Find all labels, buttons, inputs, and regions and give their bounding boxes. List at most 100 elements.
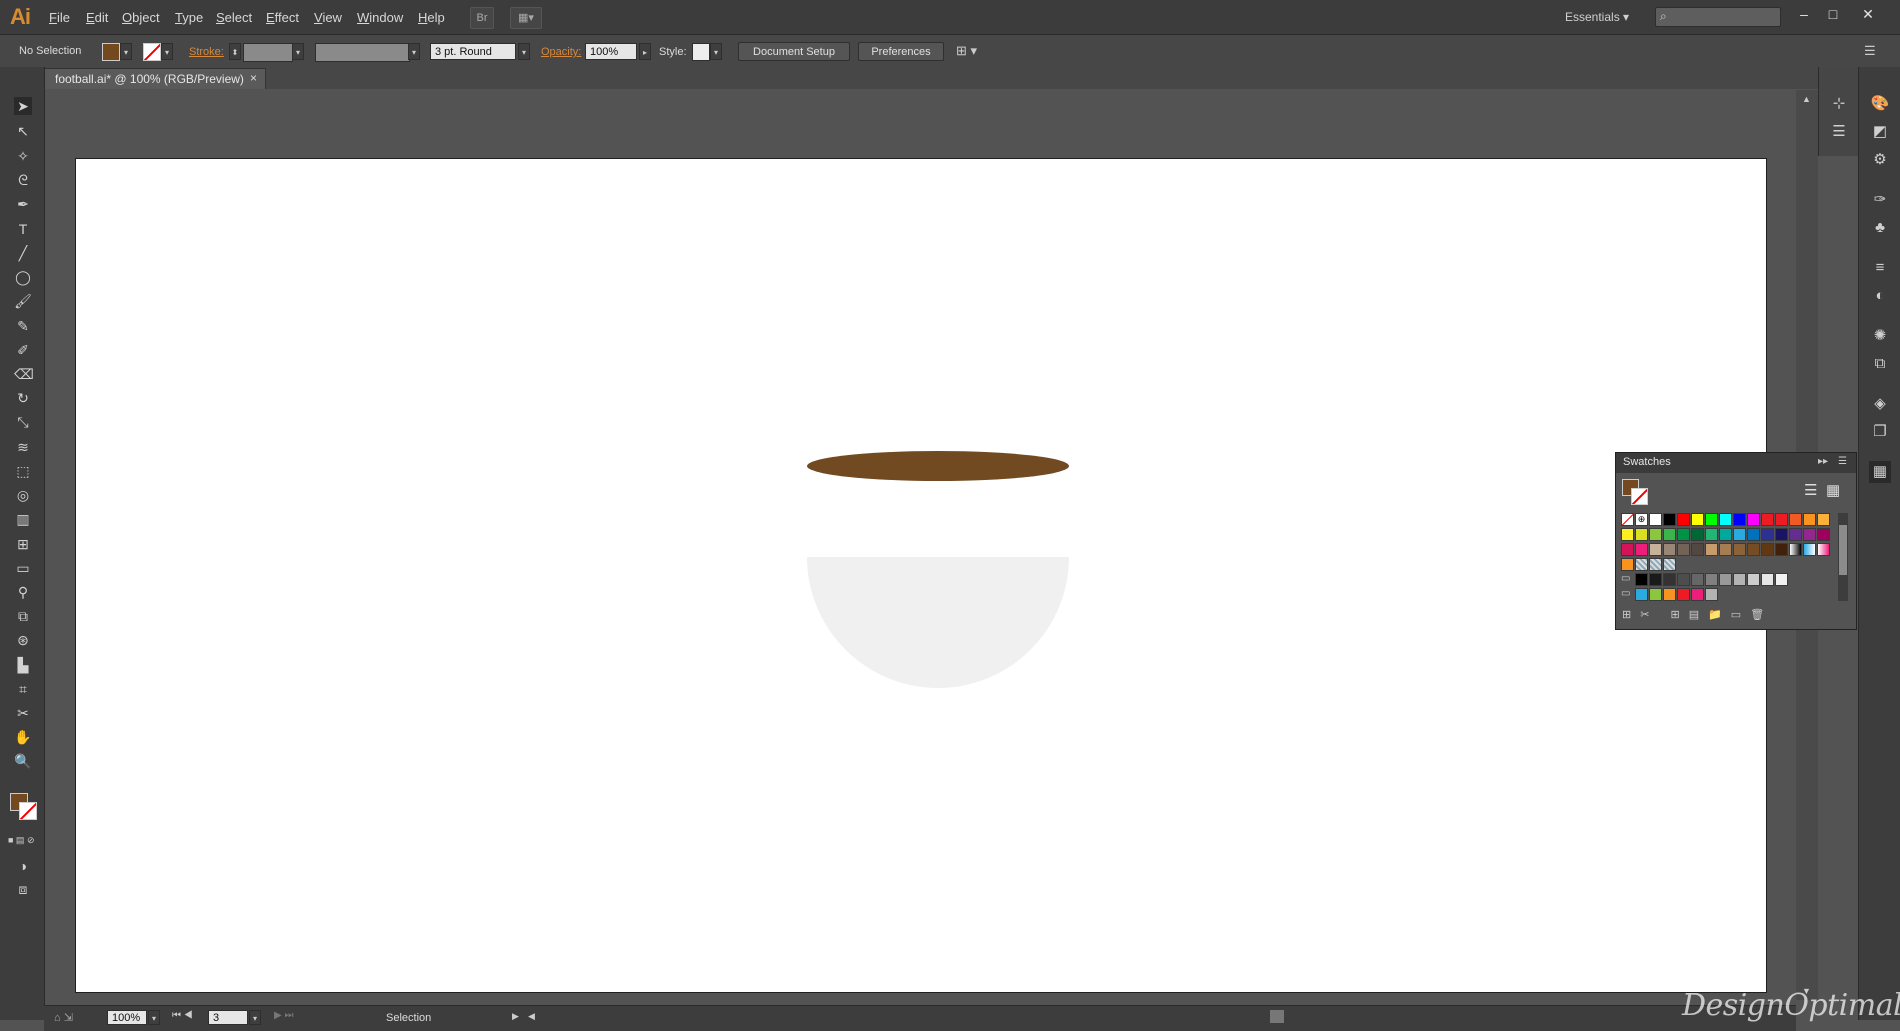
kuler-panel-icon[interactable]: ⚙ [1869,149,1891,171]
swatch-0-5[interactable] [1691,513,1704,526]
color-guide-panel-icon[interactable]: ◩ [1869,121,1891,143]
swatch-2-7[interactable] [1719,543,1732,556]
stroke-dropdown[interactable]: ▾ [161,43,173,60]
swatch-0-12[interactable] [1789,513,1802,526]
zoom-tool-icon[interactable]: 🔍 [14,752,32,770]
swatch-1-0[interactable] [1621,528,1634,541]
style-dropdown[interactable]: ▾ [710,43,722,60]
opacity-label[interactable]: Opacity: [541,46,581,58]
stroke-color-box[interactable] [19,802,37,820]
close-tab-icon[interactable]: × [250,71,257,85]
artboard[interactable] [75,158,1767,993]
gradient-panel-icon[interactable]: ◐ [1869,285,1891,307]
stroke-label[interactable]: Stroke: [189,46,224,58]
document-tab[interactable]: football.ai* @ 100% (RGB/Preview) × [44,68,266,89]
bridge-button[interactable]: Br [470,7,494,29]
swatch-4-7[interactable] [1719,573,1732,586]
scale-tool-icon[interactable]: ⤡ [14,413,32,431]
swatch-2-4[interactable] [1677,543,1690,556]
swatch-1-11[interactable] [1775,528,1788,541]
swatch-5-5[interactable] [1691,588,1704,601]
swatch-1-4[interactable] [1677,528,1690,541]
shape-builder-tool-icon[interactable]: ◎ [14,486,32,504]
stroke-weight-dropdown[interactable]: ▾ [292,43,304,60]
draw-mode-icon[interactable]: ◑ [14,857,32,875]
swatch-2-14[interactable] [1817,543,1830,556]
zoom-dropdown[interactable]: ▾ [148,1010,160,1025]
swatch-5-3[interactable] [1663,588,1676,601]
menu-select[interactable]: Select [216,10,252,25]
swatches-scrollbar[interactable] [1838,513,1848,601]
scroll-up-icon[interactable]: ▲ [1802,94,1811,104]
type-tool-icon[interactable]: T [14,220,32,238]
status-icons[interactable]: ⌂ ⇲ [54,1011,73,1024]
collapse-panel-icon[interactable]: ▸▸ [1818,456,1828,467]
menu-file[interactable]: File [49,10,70,25]
panel-options-icon[interactable]: ☰ [1838,456,1847,467]
appearance-panel-icon[interactable]: ✺ [1869,325,1891,347]
swatch-4-8[interactable] [1733,573,1746,586]
swatch-2-12[interactable] [1789,543,1802,556]
swatch-3-2[interactable] [1649,558,1662,571]
swatch-2-1[interactable] [1635,543,1648,556]
swatch-3-0[interactable] [1621,558,1634,571]
rotate-tool-icon[interactable]: ↻ [14,389,32,407]
menu-help[interactable]: Help [418,10,445,25]
swatch-0-1[interactable]: ⊕ [1635,513,1648,526]
restore-button[interactable]: □ [1821,4,1845,24]
ellipse-tool-icon[interactable]: ◯ [14,268,32,286]
gradient-tool-icon[interactable]: ▭ [14,559,32,577]
swatch-4-10[interactable] [1761,573,1774,586]
symbol-sprayer-tool-icon[interactable]: ⊛ [14,631,32,649]
menu-view[interactable]: View [314,10,342,25]
swatch-stroke-indicator[interactable] [1631,488,1648,505]
swatch-0-3[interactable] [1663,513,1676,526]
screen-mode-icon[interactable]: ⧈ [14,880,32,898]
swatches-footer-icons[interactable]: ⊞✂ ⊞▤📁▭🗑 [1622,608,1773,621]
pencil-tool-icon[interactable]: ✎ [14,317,32,335]
swatch-0-7[interactable] [1719,513,1732,526]
swatch-0-8[interactable] [1733,513,1746,526]
slice-tool-icon[interactable]: ✂ [14,704,32,722]
minimize-button[interactable]: – [1792,4,1816,24]
swatch-0-13[interactable] [1803,513,1816,526]
swatch-2-2[interactable] [1649,543,1662,556]
swatch-3-1[interactable] [1635,558,1648,571]
swatch-1-10[interactable] [1761,528,1774,541]
swatch-4-4[interactable] [1677,573,1690,586]
stroke-swatch[interactable] [143,43,161,61]
swatches-header[interactable]: Swatches ▸▸ ☰ [1616,453,1856,473]
menu-effect[interactable]: Effect [266,10,299,25]
brushes-panel-icon[interactable]: ✑ [1869,189,1891,211]
swatch-1-9[interactable] [1747,528,1760,541]
artboard-nav-prev[interactable]: ⏮ ◀ [172,1010,193,1021]
menu-window[interactable]: Window [357,10,403,25]
fill-dropdown[interactable]: ▾ [120,43,132,60]
free-transform-tool-icon[interactable]: ⬚ [14,462,32,480]
brown-ellipse-shape[interactable] [807,451,1069,481]
color-panel-icon[interactable]: 🎨 [1869,93,1891,115]
stroke-panel-icon[interactable]: ≡ [1869,257,1891,279]
swatch-0-9[interactable] [1747,513,1760,526]
swatch-2-6[interactable] [1705,543,1718,556]
swatch-5-1[interactable] [1635,588,1648,601]
variable-width-profile[interactable] [315,43,410,62]
artboard-number-field[interactable]: 3 [208,1010,248,1025]
swatch-0-10[interactable] [1761,513,1774,526]
artboard-nav-next[interactable]: ▶ ⏭ [274,1010,293,1021]
search-input[interactable]: ⌕ [1655,7,1781,27]
magic-wand-tool-icon[interactable]: ✧ [14,147,32,165]
swatch-5-4[interactable] [1677,588,1690,601]
brush-dropdown[interactable]: ▾ [518,43,530,60]
swatch-4-6[interactable] [1705,573,1718,586]
graphic-styles-panel-icon[interactable]: ⧉ [1869,353,1891,375]
eyedropper-tool-icon[interactable]: ⚲ [14,583,32,601]
swatch-2-0[interactable] [1621,543,1634,556]
opacity-dropdown[interactable]: ▸ [639,43,651,60]
align-panel-icon[interactable]: ☰ [1828,121,1850,143]
swatch-0-2[interactable] [1649,513,1662,526]
swatch-2-5[interactable] [1691,543,1704,556]
lasso-tool-icon[interactable]: ᘓ [14,171,32,189]
swatch-4-3[interactable] [1663,573,1676,586]
graph-tool-icon[interactable]: ▙ [14,656,32,674]
